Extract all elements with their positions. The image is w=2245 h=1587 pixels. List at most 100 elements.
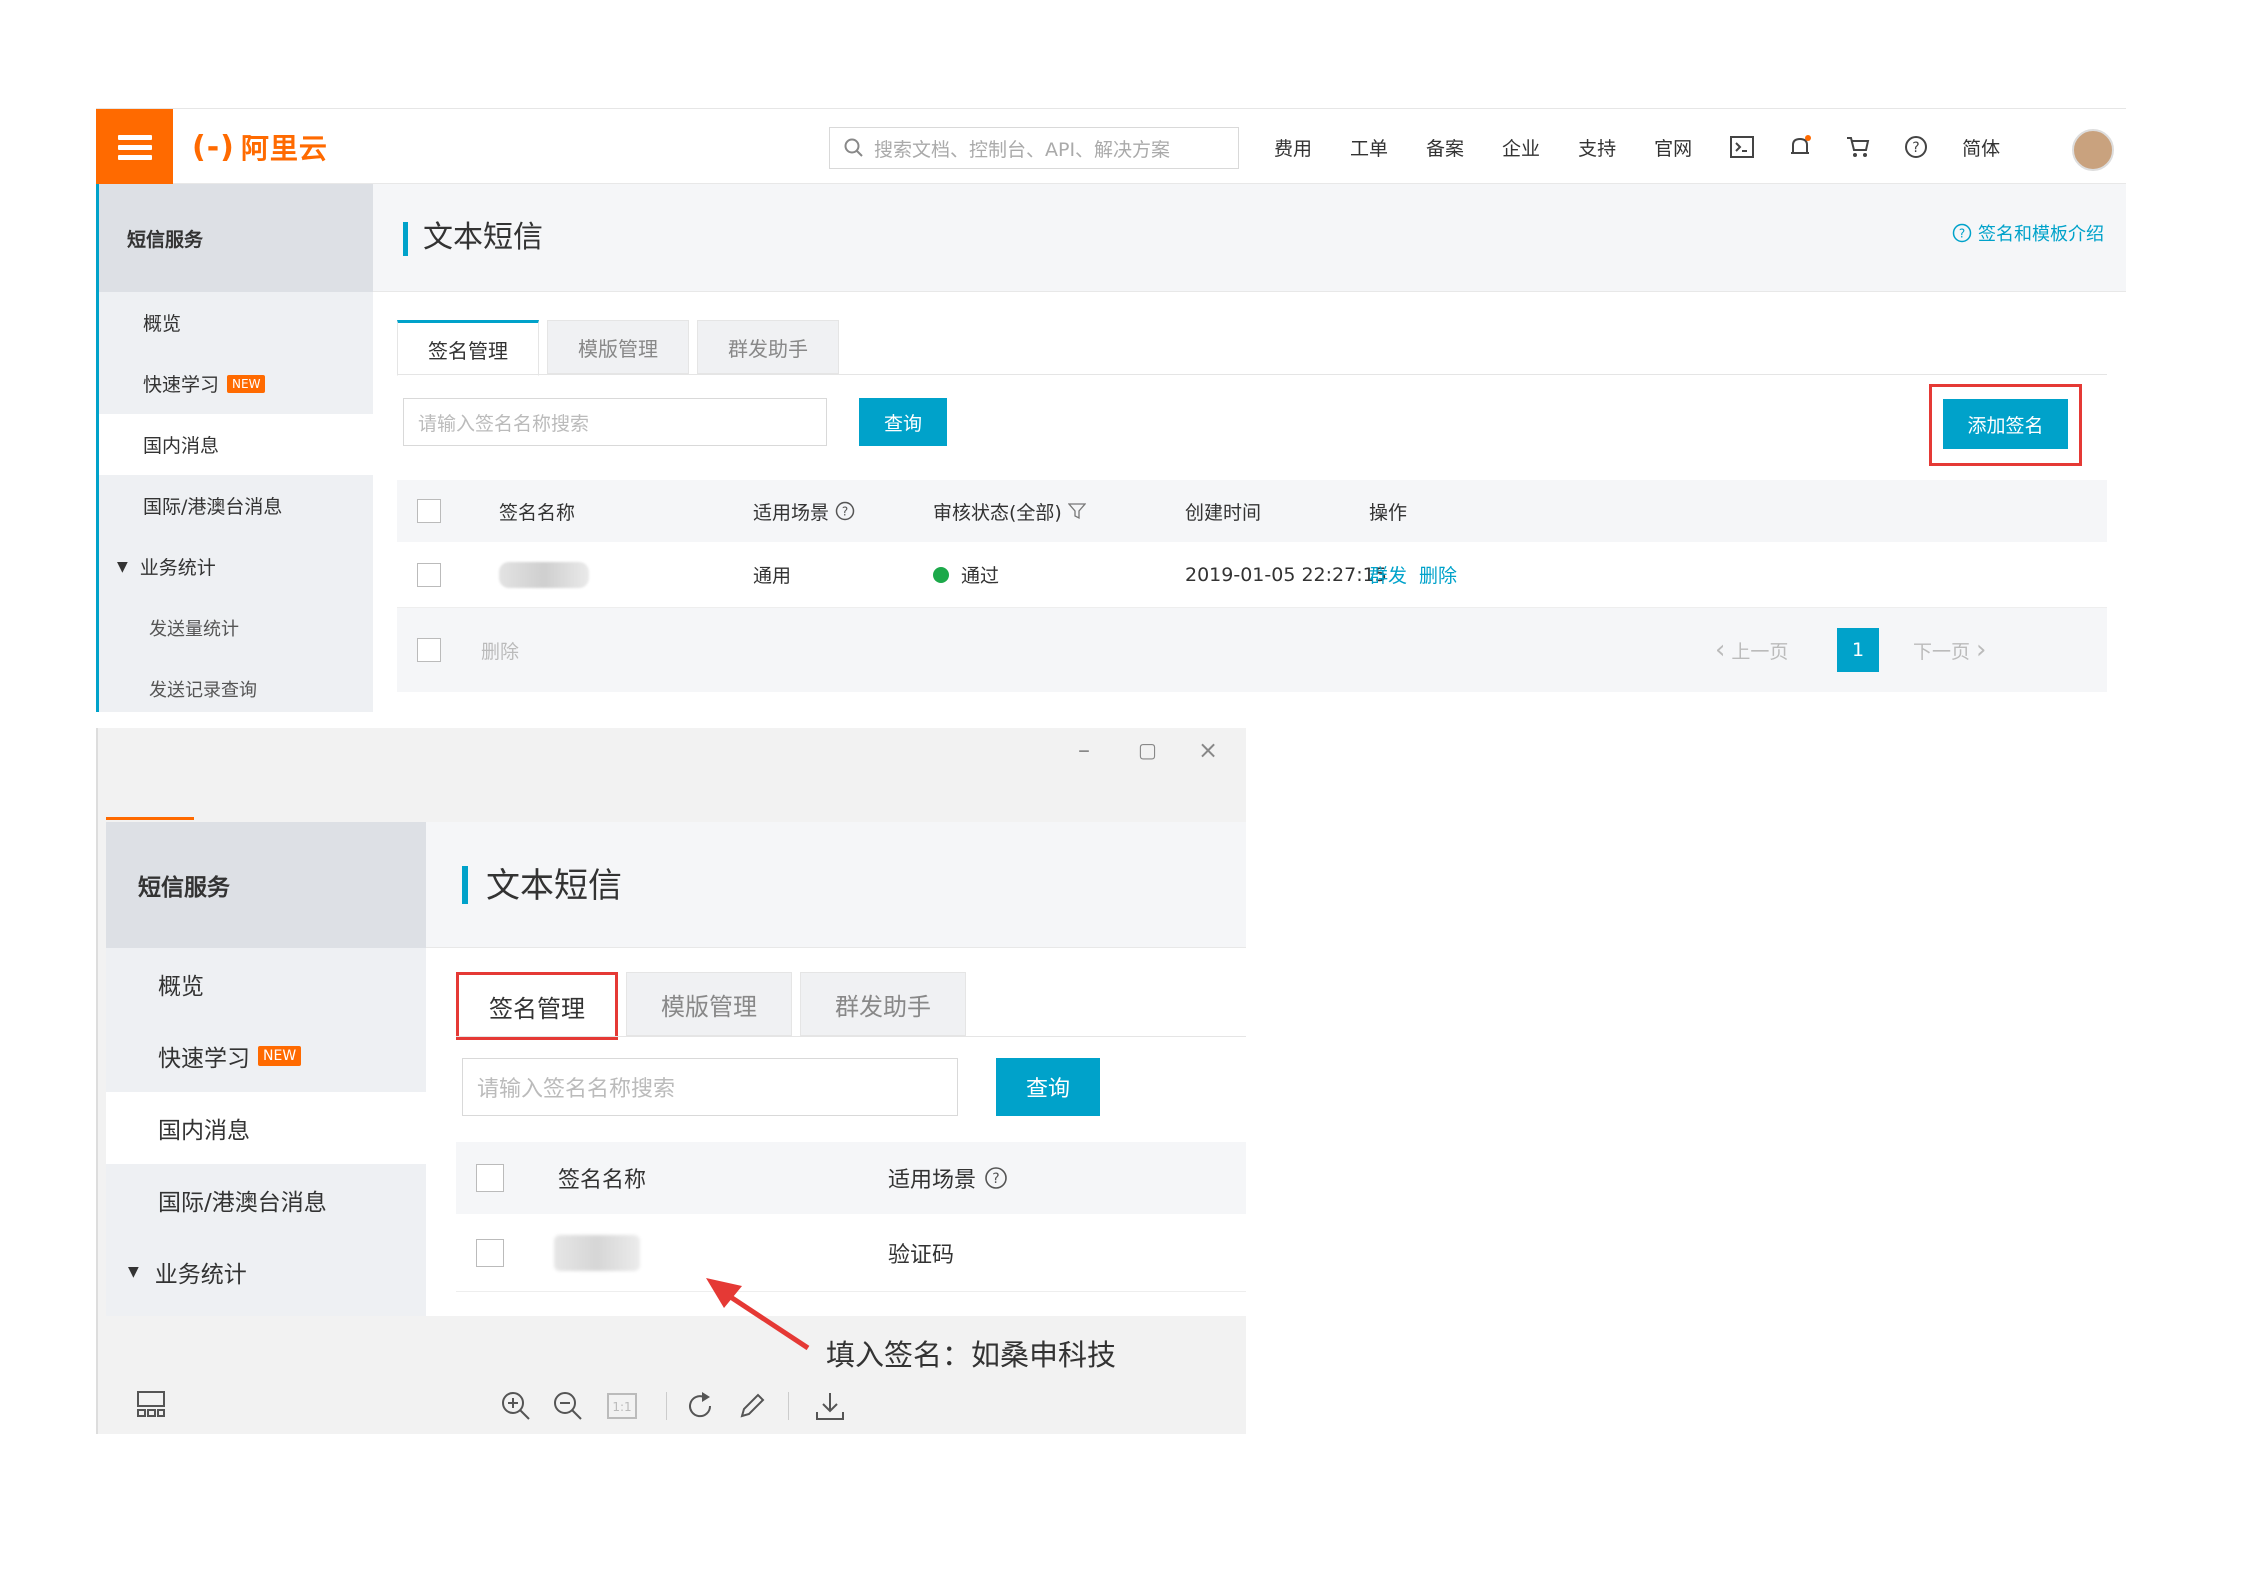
sidebar-item-label: 概览	[158, 974, 204, 1000]
top-nav: 费用 工单 备案 企业 支持 官网 ? 简体	[1274, 125, 2038, 169]
row-scene: 通用	[753, 565, 792, 587]
title-accent-bar	[403, 222, 408, 256]
zoom-out-icon[interactable]	[552, 1390, 584, 1426]
lang-switch[interactable]: 简体	[1962, 134, 2000, 161]
col-scene-label: 适用场景	[888, 1168, 977, 1193]
page-header: 文本短信 ? 签名和模板介绍	[373, 184, 2126, 292]
tab-signatures[interactable]: 签名管理	[397, 320, 539, 376]
delete-link[interactable]: 删除	[1419, 561, 1457, 588]
sidebar-item-send-volume[interactable]: 发送量统计	[99, 597, 373, 658]
nav-filing[interactable]: 备案	[1426, 134, 1464, 161]
sidebar-item-international[interactable]: 国际/港澳台消息	[106, 1164, 426, 1236]
col-status[interactable]: 审核状态(全部)	[933, 480, 1086, 542]
sidebar-header: 短信服务	[106, 822, 426, 948]
svg-text:?: ?	[1959, 227, 1965, 241]
tab-divider	[397, 374, 2107, 375]
sidebar-item-stats[interactable]: ▼ 业务统计	[106, 1236, 426, 1308]
question-circle-icon[interactable]: ?	[984, 1166, 1008, 1190]
row-checkbox[interactable]	[476, 1238, 504, 1267]
page-1-button[interactable]: 1	[1837, 628, 1879, 672]
download-icon[interactable]	[814, 1390, 846, 1426]
viewer-screenshot: – ▢ × 短信服务 概览 快速学习 NEW 国内消息 国际/港澳台消息 ▼ 业务统…	[96, 728, 1246, 1434]
signature-search-input[interactable]: 请输入签名名称搜索	[403, 398, 827, 446]
signature-search-input[interactable]: 请输入签名名称搜索	[462, 1058, 958, 1116]
help-icon[interactable]: ?	[1904, 135, 1928, 159]
search-icon	[844, 138, 863, 157]
nav-enterprise[interactable]: 企业	[1502, 134, 1540, 161]
bulk-send-link[interactable]: 群发	[1369, 561, 1407, 588]
next-page-button[interactable]: 下一页 ›	[1913, 608, 1986, 692]
thumbnail-icon[interactable]	[136, 1390, 166, 1422]
query-button[interactable]: 查询	[996, 1058, 1100, 1116]
nav-support[interactable]: 支持	[1578, 134, 1616, 161]
nav-official-site[interactable]: 官网	[1654, 134, 1692, 161]
tab-bulk-send[interactable]: 群发助手	[800, 972, 966, 1036]
sidebar-item-label: 快速学习	[143, 374, 220, 396]
table-header: 签名名称 适用场景 ? 审核状态(全部) 创建时间 操作	[397, 480, 2107, 542]
col-scene-label: 适用场景	[753, 501, 830, 524]
row-scene: 验证码	[888, 1242, 955, 1268]
menu-button[interactable]	[96, 109, 173, 185]
aliyun-logo[interactable]: (-) 阿里云	[192, 123, 328, 171]
close-icon[interactable]: ×	[1198, 736, 1218, 764]
prev-page-button[interactable]: ‹ 上一页	[1715, 608, 1788, 692]
col-status-label: 审核状态(全部)	[933, 501, 1062, 524]
bell-icon[interactable]	[1788, 135, 1812, 159]
svg-text:?: ?	[842, 505, 848, 519]
nav-tickets[interactable]: 工单	[1350, 134, 1388, 161]
sidebar-item-domestic[interactable]: 国内消息	[106, 1092, 426, 1164]
sidebar-item-label: 国际/港澳台消息	[158, 1190, 327, 1216]
signature-search-placeholder: 请输入签名名称搜索	[477, 1077, 676, 1102]
actual-size-icon[interactable]: 1:1	[606, 1392, 638, 1424]
rotate-icon[interactable]	[684, 1390, 716, 1426]
status-dot-icon	[933, 566, 949, 583]
nav-fees[interactable]: 费用	[1274, 134, 1312, 161]
caret-down-icon: ▼	[128, 1264, 139, 1280]
select-all-checkbox[interactable]	[476, 1164, 504, 1192]
row-actions: 群发 删除	[1369, 542, 1469, 607]
sidebar-item-quick-learn[interactable]: 快速学习 NEW	[99, 353, 373, 414]
select-all-checkbox[interactable]	[417, 499, 441, 523]
terminal-icon[interactable]	[1730, 136, 1755, 158]
filter-icon[interactable]	[1067, 502, 1086, 520]
hamburger-icon	[117, 130, 152, 165]
tab-bulk-send[interactable]: 群发助手	[697, 320, 839, 374]
maximize-icon[interactable]: ▢	[1138, 738, 1157, 762]
row-checkbox[interactable]	[417, 562, 441, 587]
viewer-toolbar: 1:1	[98, 1378, 1246, 1434]
avatar[interactable]	[2072, 129, 2114, 171]
help-link[interactable]: ? 签名和模板介绍	[1952, 220, 2104, 246]
footer-select-checkbox[interactable]	[417, 638, 441, 662]
tab-signatures[interactable]: 签名管理	[456, 972, 618, 1040]
add-signature-button[interactable]: 添加签名	[1943, 399, 2068, 449]
minimize-icon[interactable]: –	[1078, 736, 1090, 764]
new-badge: NEW	[227, 374, 266, 393]
sidebar-item-stats[interactable]: ▼ 业务统计	[99, 536, 373, 597]
tab-templates[interactable]: 模版管理	[547, 320, 689, 374]
sidebar-item-quick-learn[interactable]: 快速学习 NEW	[106, 1020, 426, 1092]
sidebar-item-domestic[interactable]: 国内消息	[99, 414, 373, 475]
sidebar-item-label: 发送量统计	[149, 618, 239, 640]
sidebar-item-send-records[interactable]: 发送记录查询	[99, 658, 373, 712]
question-circle-icon[interactable]: ?	[835, 501, 855, 521]
svg-text:?: ?	[992, 1171, 999, 1187]
global-search-input[interactable]: 搜索文档、控制台、API、解决方案	[829, 127, 1239, 169]
sidebar-item-international[interactable]: 国际/港澳台消息	[99, 475, 373, 536]
page-title: 文本短信	[423, 220, 543, 255]
zoom-in-icon[interactable]	[500, 1390, 532, 1426]
pencil-icon[interactable]	[736, 1390, 768, 1426]
global-search-placeholder: 搜索文档、控制台、API、解决方案	[874, 138, 1171, 161]
table-row: 验证码	[456, 1214, 1246, 1292]
tab-templates[interactable]: 模版管理	[626, 972, 792, 1036]
svg-text:1:1: 1:1	[612, 1400, 631, 1414]
sidebar-item-overview[interactable]: 概览	[106, 948, 426, 1020]
annotation-text: 填入签名：如桑申科技	[826, 1338, 1117, 1372]
prev-page-label: 上一页	[1731, 640, 1789, 663]
sidebar-item-label: 发送记录查询	[149, 679, 257, 701]
row-status-label: 通过	[961, 565, 1000, 587]
query-button[interactable]: 查询	[859, 398, 947, 446]
sidebar-item-overview[interactable]: 概览	[99, 292, 373, 353]
bulk-delete-button[interactable]: 删除	[481, 608, 519, 692]
cart-icon[interactable]	[1846, 136, 1870, 158]
blurred-signature-name	[554, 1234, 640, 1271]
